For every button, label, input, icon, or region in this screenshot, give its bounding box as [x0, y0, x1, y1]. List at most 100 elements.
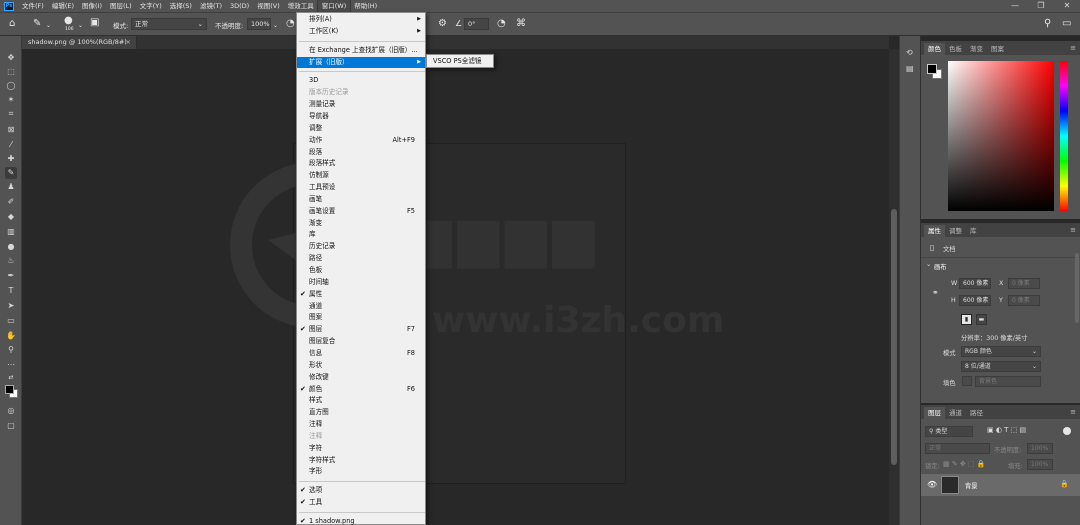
menu-help[interactable]: 帮助(H)	[350, 0, 381, 12]
crop-tool-icon[interactable]: ⌗	[5, 108, 17, 120]
submenu-item-vsco[interactable]: VSCO PS全滤镜	[433, 57, 482, 65]
filter-icons[interactable]: ▣ ◐ T ⬚ ▤	[987, 426, 1026, 434]
rectangle-tool-icon[interactable]: ▭	[5, 315, 17, 327]
properties-scrollbar[interactable]	[1075, 253, 1079, 323]
eraser-tool-icon[interactable]: ◆	[5, 211, 17, 223]
window-menu-item[interactable]: 形状	[297, 360, 425, 372]
window-menu-item[interactable]: 动作 Alt+F9	[297, 135, 425, 147]
window-menu-item[interactable]: 测量记录	[297, 99, 425, 111]
tab-paths[interactable]: 路径	[966, 407, 987, 419]
window-menu-item[interactable]: 画笔	[297, 194, 425, 206]
screen-mode-icon[interactable]: ▢	[5, 420, 17, 432]
window-menu-item[interactable]: 修改键	[297, 372, 425, 384]
symmetry-icon[interactable]: ⌘	[516, 19, 526, 29]
close-button[interactable]: ✕	[1054, 0, 1080, 12]
window-menu-item[interactable]: 扩展（旧版） ▶	[297, 56, 425, 69]
lasso-tool-icon[interactable]: ◯	[5, 80, 17, 92]
canvas-scrollbar[interactable]	[889, 49, 899, 525]
window-menu-item[interactable]: 直方图	[297, 407, 425, 419]
angle-input[interactable]: 0°	[464, 18, 489, 30]
menu-select[interactable]: 选择(S)	[166, 0, 196, 12]
hue-slider[interactable]	[1060, 61, 1068, 211]
blur-tool-icon[interactable]: ●	[5, 241, 17, 253]
tab-color[interactable]: 颜色	[924, 43, 945, 55]
window-menu-item[interactable]: 导航器	[297, 111, 425, 123]
gradient-tool-icon[interactable]: ▥	[5, 226, 17, 238]
x-field[interactable]: 0 像素	[1008, 278, 1040, 289]
tab-channels[interactable]: 通道	[945, 407, 966, 419]
eyedropper-tool-icon[interactable]: ⁄	[5, 139, 17, 151]
window-menu-item[interactable]: 字形	[297, 466, 425, 478]
y-field[interactable]: 0 像素	[1008, 295, 1040, 306]
history-brush-icon[interactable]: ✐	[5, 196, 17, 208]
fill-select[interactable]: 背景色	[975, 376, 1041, 387]
pressure-size-icon[interactable]: ◔	[497, 19, 506, 29]
path-select-tool-icon[interactable]: ➤	[5, 300, 17, 312]
dodge-tool-icon[interactable]: ♨	[5, 255, 17, 267]
window-menu-item[interactable]: 字符	[297, 443, 425, 455]
landscape-orientation-button[interactable]: ▬	[976, 314, 987, 325]
zoom-tool-icon[interactable]: ⚲	[5, 344, 17, 356]
window-menu-item[interactable]: 在 Exchange 上查找扩展（旧版）...	[297, 45, 425, 57]
search-icon[interactable]: ⚲	[1044, 19, 1051, 29]
chevron-down-icon[interactable]: ⌄	[78, 21, 83, 31]
stamp-tool-icon[interactable]: ♟	[5, 181, 17, 193]
document-tab[interactable]: shadow.png @ 100%(RGB/8#) ×	[22, 36, 137, 49]
close-tab-icon[interactable]: ×	[126, 36, 131, 49]
layer-row[interactable]: 👁 背景 🔒	[921, 474, 1080, 496]
brush-preset-icon[interactable]: ●	[64, 16, 73, 26]
minimize-button[interactable]: —	[1002, 0, 1028, 12]
bit-depth-select[interactable]: 8 位/通道 ⌄	[961, 361, 1041, 372]
chevron-down-icon[interactable]: ⌄	[926, 261, 931, 268]
foreground-color-chip[interactable]	[927, 64, 937, 74]
window-menu-item[interactable]: 仿制源	[297, 170, 425, 182]
window-menu-item[interactable]: 色板	[297, 265, 425, 277]
tab-properties[interactable]: 属性	[924, 225, 945, 237]
eye-icon[interactable]: 👁	[927, 480, 937, 489]
history-panel-icon[interactable]: ⟲	[906, 48, 913, 57]
settings-icon[interactable]: ⚙	[438, 19, 447, 29]
swap-colors-icon[interactable]: ⇄	[5, 372, 17, 384]
window-menu-item[interactable]: ✔ 属性	[297, 289, 425, 301]
filter-toggle[interactable]	[1063, 427, 1071, 435]
menu-file[interactable]: 文件(F)	[18, 0, 48, 12]
tab-patterns[interactable]: 图案	[987, 43, 1008, 55]
tab-layers[interactable]: 图层	[924, 407, 945, 419]
fill-opacity-field[interactable]: 100%	[1027, 459, 1053, 470]
window-menu-item[interactable]: 工作区(K) ▶	[297, 26, 425, 38]
color-mode-select[interactable]: RGB 颜色 ⌄	[961, 346, 1041, 357]
tab-swatches[interactable]: 色板	[945, 43, 966, 55]
window-menu-item[interactable]: 段落样式	[297, 158, 425, 170]
home-icon[interactable]: ⌂	[9, 19, 15, 29]
blend-mode-select[interactable]: 正常	[925, 443, 990, 454]
menu-layer[interactable]: 图层(L)	[106, 0, 136, 12]
window-menu-item[interactable]: 样式	[297, 395, 425, 407]
window-menu-item[interactable]: ✔ 1 shadow.png	[297, 516, 425, 525]
more-tools-icon[interactable]: ⋯	[5, 359, 17, 371]
window-menu-item[interactable]: 排列(A) ▶	[297, 14, 425, 26]
window-menu-item[interactable]: ✔ 选项	[297, 485, 425, 497]
menu-plugins[interactable]: 增效工具	[284, 0, 318, 12]
window-menu-item[interactable]: 图案	[297, 312, 425, 324]
color-field[interactable]	[948, 61, 1054, 211]
brush-panel-icon[interactable]: ▣	[90, 18, 99, 28]
width-field[interactable]: 600 像素	[959, 278, 991, 289]
mode-select[interactable]: 正常 ⌄	[131, 18, 207, 30]
link-dimensions-icon[interactable]: ⚭	[932, 288, 939, 297]
brush-tool-icon[interactable]: ✎	[5, 167, 17, 179]
menu-window[interactable]: 窗口(W)	[316, 0, 352, 13]
tab-adjustments[interactable]: 调整	[945, 225, 966, 237]
window-menu-item[interactable]: 图层复合	[297, 336, 425, 348]
window-menu-item[interactable]: 画笔设置 F5	[297, 206, 425, 218]
healing-tool-icon[interactable]: ✚	[5, 153, 17, 165]
marquee-tool-icon[interactable]: ⬚	[5, 66, 17, 78]
portrait-orientation-button[interactable]: ▮	[961, 314, 972, 325]
opacity-input[interactable]: 100%	[247, 18, 271, 30]
window-menu-item[interactable]: ✔ 工具	[297, 497, 425, 509]
window-menu-item[interactable]: 路径	[297, 253, 425, 265]
menu-type[interactable]: 文字(Y)	[136, 0, 166, 12]
workspace-icon[interactable]: ▭	[1062, 19, 1071, 29]
restore-button[interactable]: ❐	[1028, 0, 1054, 12]
window-menu-item[interactable]: 注释	[297, 419, 425, 431]
window-menu-item[interactable]: 调整	[297, 123, 425, 135]
